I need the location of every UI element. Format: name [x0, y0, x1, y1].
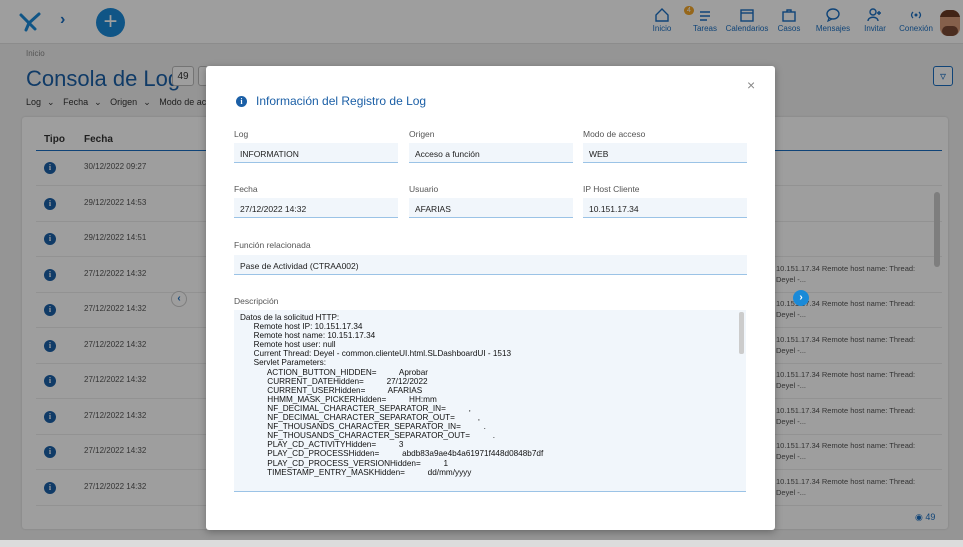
description-line: TIMESTAMP_ENTRY_MASKHidden= dd/mm/yyyy	[240, 467, 472, 477]
description-line: Datos de la solicitud HTTP:	[240, 313, 340, 322]
modo-label: Modo de acceso	[583, 129, 646, 139]
log-field[interactable]: INFORMATION	[234, 143, 398, 163]
description-line: NF_THOUSANDS_CHARACTER_SEPARATOR_OUT= .	[240, 431, 495, 441]
scroll-right-button[interactable]: ›	[793, 290, 809, 306]
fecha-field[interactable]: 27/12/2022 14:32	[234, 198, 398, 218]
bottom-strip	[0, 540, 963, 547]
close-icon[interactable]: ×	[747, 77, 755, 93]
description-line: PLAY_CD_PROCESS_VERSIONHidden= 1	[240, 458, 449, 468]
description-line: NF_THOUSANDS_CHARACTER_SEPARATOR_IN= .	[240, 422, 486, 432]
log-label: Log	[234, 129, 249, 139]
description-line: NF_DECIMAL_CHARACTER_SEPARATOR_IN= ,	[240, 403, 471, 413]
description-line: Remote host name: 10.151.17.34	[240, 331, 376, 341]
description-line: PLAY_CD_ACTIVITYHidden= 3	[240, 440, 404, 450]
funcion-field[interactable]: Pase de Actividad (CTRAA002)	[234, 255, 747, 275]
description-line: NF_DECIMAL_CHARACTER_SEPARATOR_OUT= ,	[240, 413, 480, 423]
funcion-label: Función relacionada	[234, 240, 311, 250]
description-line: ACTION_BUTTON_HIDDEN= Aprobar	[240, 367, 428, 377]
origen-field[interactable]: Acceso a función	[409, 143, 573, 163]
ip-label: IP Host Cliente	[583, 184, 640, 194]
descripcion-label: Descripción	[234, 296, 279, 306]
description-line: Current Thread: Deyel - common.clienteUI…	[240, 349, 512, 359]
origen-label: Origen	[409, 129, 435, 139]
description-line: PLAY_CD_PROCESSHidden= abdb83a9ae4b4a619…	[240, 449, 544, 459]
descripcion-text: Datos de la solicitud HTTP: Remote host …	[234, 310, 746, 477]
modo-field[interactable]: WEB	[583, 143, 747, 163]
description-line: Servlet Parameters:	[240, 358, 326, 368]
usuario-label: Usuario	[409, 184, 439, 194]
log-detail-dialog: × i Información del Registro de Log Log …	[206, 66, 775, 530]
descripcion-scrollbar[interactable]	[739, 312, 744, 354]
usuario-field[interactable]: AFARIAS	[409, 198, 573, 218]
fecha-label: Fecha	[234, 184, 258, 194]
description-line: Remote host user: null	[240, 340, 336, 350]
dialog-title: Información del Registro de Log	[256, 94, 427, 108]
ip-field[interactable]: 10.151.17.34	[583, 198, 747, 218]
description-line: CURRENT_USERHidden= AFARIAS	[240, 385, 423, 395]
description-line: CURRENT_DATEHidden= 27/12/2022	[240, 376, 428, 386]
description-line: HHMM_MASK_PICKERHidden= HH:mm	[240, 394, 437, 404]
description-line: Remote host IP: 10.151.17.34	[240, 322, 363, 332]
info-icon: i	[236, 96, 247, 107]
descripcion-textarea[interactable]: Datos de la solicitud HTTP: Remote host …	[234, 310, 746, 492]
